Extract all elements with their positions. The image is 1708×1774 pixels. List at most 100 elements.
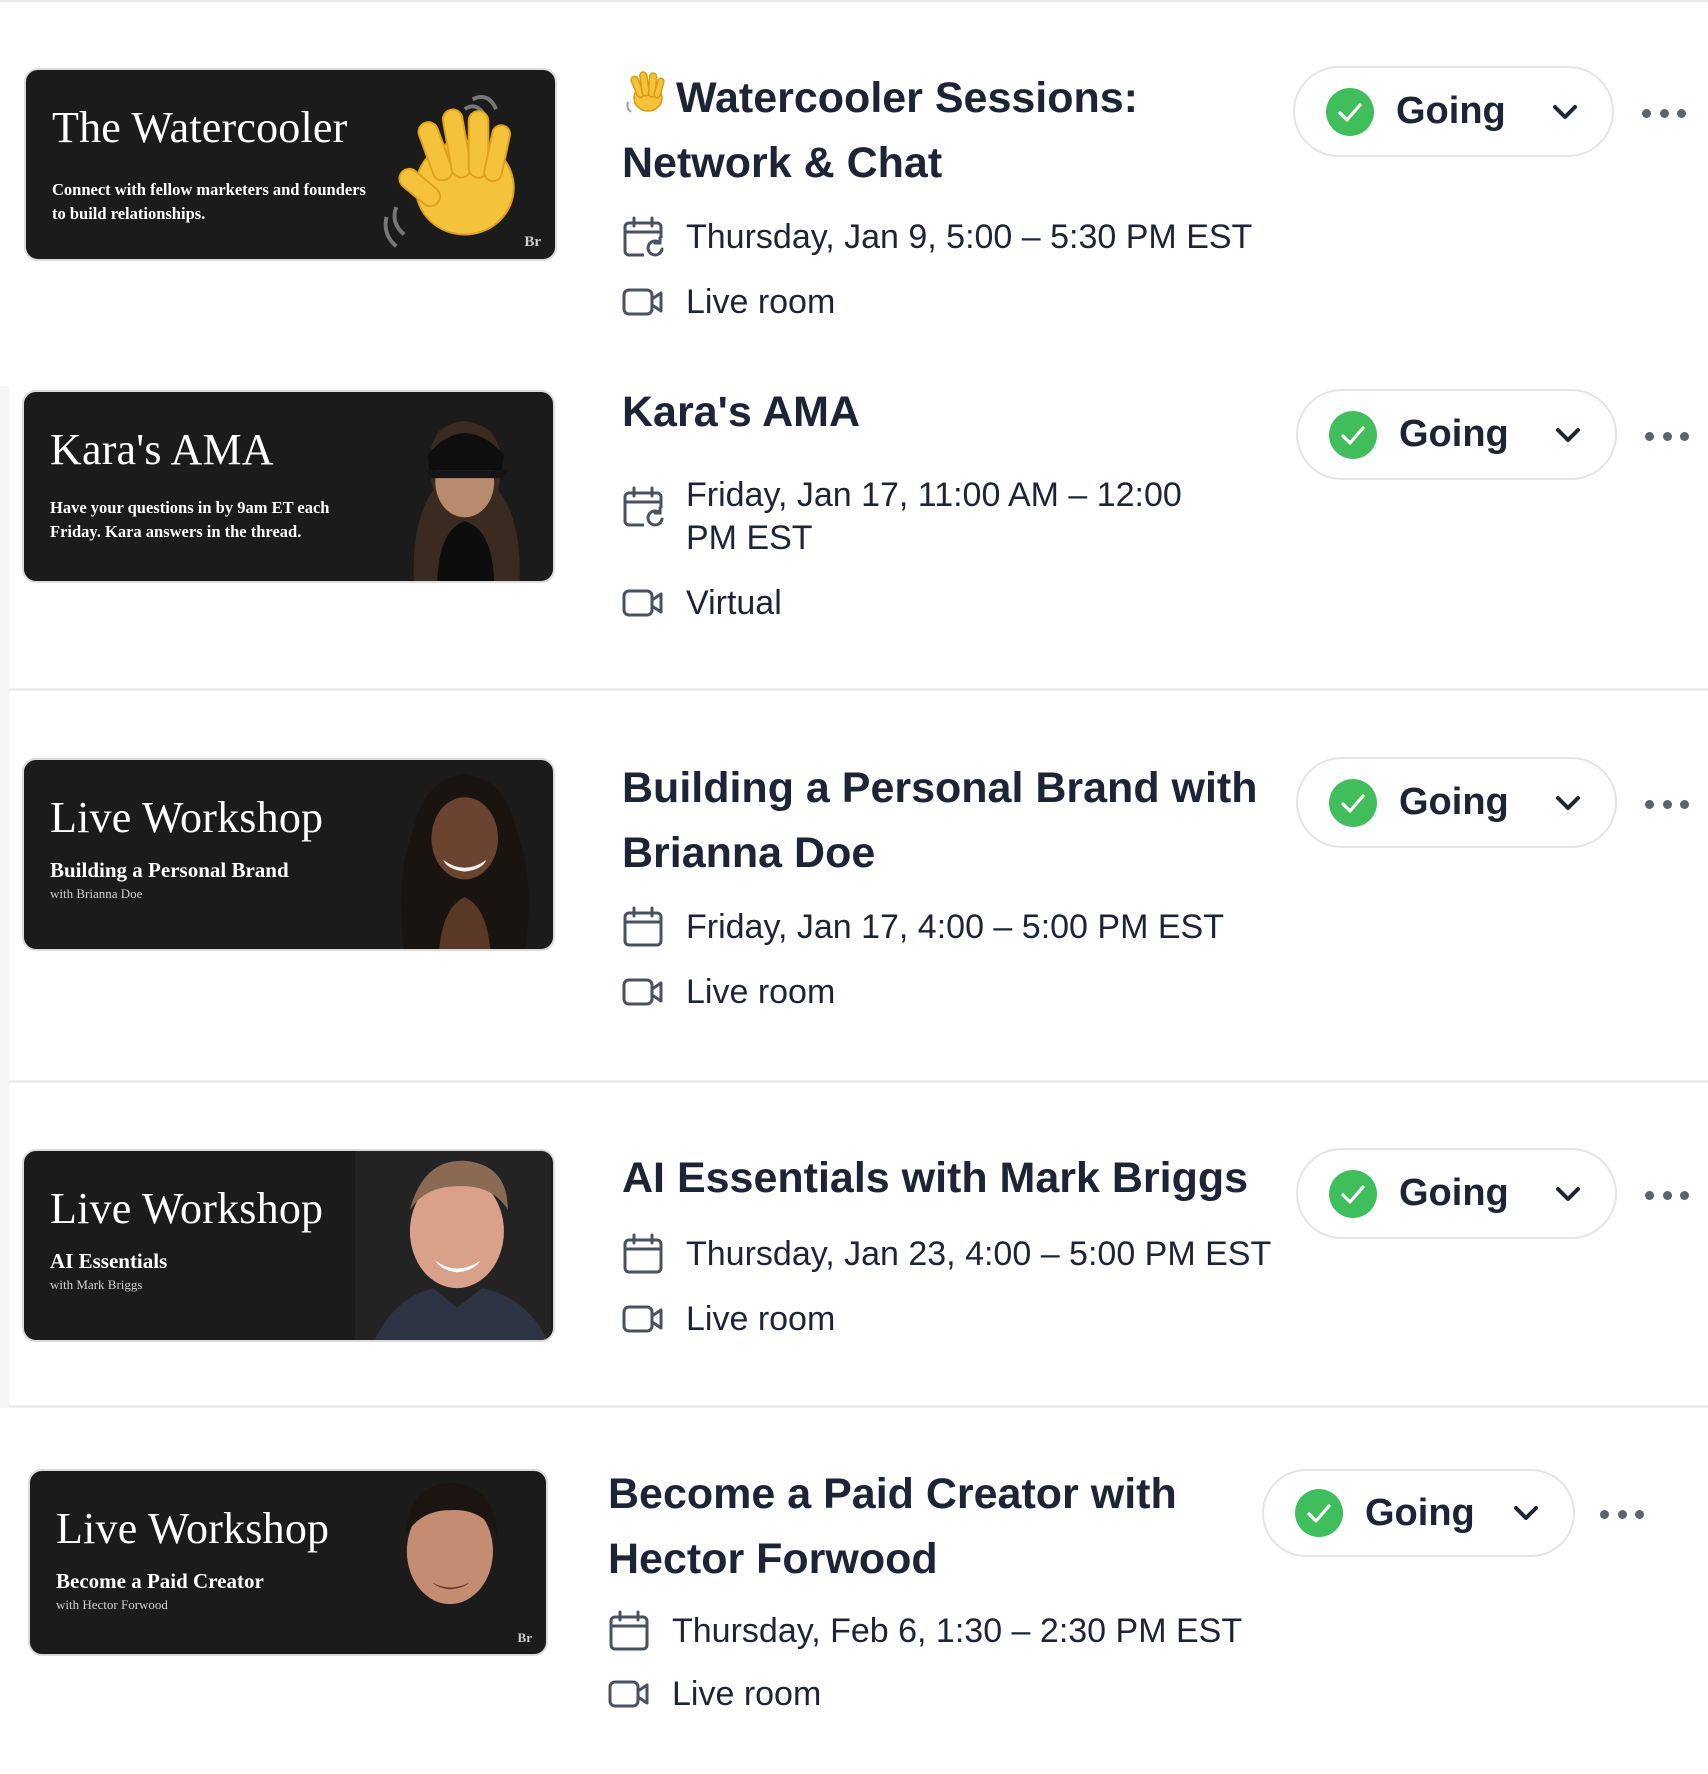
event-datetime-text: Friday, Jan 17, 11:00 AM – 12:00 PM EST <box>686 476 1182 557</box>
thumbnail-title: Live Workshop <box>56 1504 330 1553</box>
event-title-text: AI Essentials with Mark Briggs <box>622 1154 1249 1202</box>
rsvp-status: Going <box>1399 413 1509 455</box>
rsvp-dropdown[interactable]: Going <box>1296 757 1617 848</box>
more-options-button[interactable] <box>1645 429 1689 443</box>
waving-hand-icon <box>626 71 665 113</box>
thumbnail-host: with Brianna Doe <box>50 886 143 901</box>
calendar-icon <box>608 1610 650 1652</box>
more-dot <box>1680 1190 1689 1200</box>
event-thumbnail[interactable]: Live Workshop Become a Paid Creator with… <box>28 1469 548 1656</box>
more-dot <box>1617 1509 1627 1519</box>
host-photo <box>371 1482 535 1654</box>
event-location: Live room <box>622 971 835 1014</box>
rsvp-status: Going <box>1399 781 1509 823</box>
event-location: Live room <box>608 1673 821 1716</box>
event-location: Virtual <box>622 582 782 625</box>
event-title-text: Watercooler Sessions: Network & Chat <box>622 74 1138 187</box>
event-datetime-text: Thursday, Jan 9, 5:00 – 5:30 PM EST <box>686 218 1253 256</box>
chevron-down-icon <box>1552 419 1584 451</box>
more-dot <box>1600 1509 1609 1519</box>
event-location-text: Live room <box>686 283 836 321</box>
more-dot <box>1659 108 1669 118</box>
event-datetime: Thursday, Jan 9, 5:00 – 5:30 PM EST <box>622 216 1252 259</box>
thumbnail-title: The Watercooler <box>52 103 348 152</box>
rsvp-dropdown[interactable]: Going <box>1296 1148 1617 1239</box>
more-options-button[interactable] <box>1645 797 1689 811</box>
event-thumbnail[interactable]: Live Workshop AI Essentials with Mark Br… <box>22 1149 555 1342</box>
calendar-repeat-icon <box>622 486 664 528</box>
event-datetime: Friday, Jan 17, 11:00 AM – 12:00 PM EST <box>622 474 1226 560</box>
rsvp-status: Going <box>1396 90 1506 132</box>
video-camera-icon <box>622 582 664 624</box>
thumbnail-subtitle: Have your questions in by 9am ET each Fr… <box>50 498 330 541</box>
event-title[interactable]: Become a Paid Creator with Hector Forwoo… <box>608 1462 1228 1592</box>
rsvp-dropdown[interactable]: Going <box>1296 389 1617 480</box>
waving-hand-illustration <box>383 95 515 248</box>
more-dot <box>1645 431 1654 441</box>
chevron-down-icon <box>1552 787 1584 819</box>
event-location-text: Live room <box>686 1300 836 1338</box>
video-camera-icon <box>622 971 664 1013</box>
thumbnail-subtitle: Connect with fellow marketers and founde… <box>52 180 366 223</box>
more-dot <box>1677 108 1686 118</box>
brand-logo: Br <box>517 1630 532 1645</box>
more-options-button[interactable] <box>1642 106 1686 120</box>
more-dot <box>1662 799 1672 809</box>
thumbnail-host: with Hector Forwood <box>56 1597 168 1612</box>
event-datetime-text: Friday, Jan 17, 4:00 – 5:00 PM EST <box>686 908 1224 946</box>
more-options-button[interactable] <box>1600 1507 1644 1521</box>
event-card[interactable]: Live Workshop Become a Paid Creator with… <box>0 1460 1708 1760</box>
host-photo <box>355 1151 551 1340</box>
event-location: Live room <box>622 281 835 324</box>
video-camera-icon <box>622 281 664 323</box>
section-divider <box>9 1405 1708 1408</box>
thumbnail-subtitle: AI Essentials <box>50 1249 168 1273</box>
event-datetime: Thursday, Jan 23, 4:00 – 5:00 PM EST <box>622 1233 1271 1276</box>
more-dot <box>1642 108 1651 118</box>
more-dot <box>1680 799 1689 809</box>
event-card[interactable]: Live Workshop AI Essentials with Mark Br… <box>0 1140 1708 1400</box>
thumbnail-title: Live Workshop <box>50 1184 324 1233</box>
host-photo <box>400 773 529 949</box>
event-datetime-text: Thursday, Feb 6, 1:30 – 2:30 PM EST <box>672 1612 1243 1650</box>
event-title[interactable]: Building a Personal Brand with Brianna D… <box>622 756 1272 886</box>
chevron-down-icon <box>1510 1497 1542 1529</box>
event-title[interactable]: Watercooler Sessions: Network & Chat <box>622 66 1262 196</box>
thumbnail-subtitle: Building a Personal Brand <box>50 858 289 882</box>
event-location-text: Live room <box>672 1675 822 1713</box>
event-datetime-text: Thursday, Jan 23, 4:00 – 5:00 PM EST <box>686 1235 1272 1273</box>
check-circle-icon <box>1329 779 1377 827</box>
thumbnail-title: Live Workshop <box>50 793 324 842</box>
event-thumbnail[interactable]: Live Workshop Building a Personal Brand … <box>22 758 555 951</box>
calendar-icon <box>622 1233 664 1275</box>
video-camera-icon <box>608 1673 650 1715</box>
rsvp-dropdown[interactable]: Going <box>1262 1469 1575 1557</box>
rsvp-dropdown[interactable]: Going <box>1293 66 1614 157</box>
event-title[interactable]: AI Essentials with Mark Briggs <box>622 1146 1302 1211</box>
event-thumbnail[interactable]: Kara's AMA Have your questions in by 9am… <box>22 390 555 583</box>
more-dot <box>1662 1190 1672 1200</box>
event-datetime: Friday, Jan 17, 4:00 – 5:00 PM EST <box>622 906 1224 949</box>
event-card[interactable]: Kara's AMA Have your questions in by 9am… <box>0 380 1708 680</box>
section-divider <box>9 688 1708 691</box>
check-circle-icon <box>1326 88 1374 136</box>
event-thumbnail[interactable]: The Watercooler Connect with fellow mark… <box>24 68 557 261</box>
check-circle-icon <box>1329 411 1377 459</box>
event-datetime: Thursday, Feb 6, 1:30 – 2:30 PM EST <box>608 1610 1242 1653</box>
thumbnail-title: Kara's AMA <box>50 425 274 474</box>
video-camera-icon <box>622 1298 664 1340</box>
event-card[interactable]: The Watercooler Connect with fellow mark… <box>0 0 1708 360</box>
rsvp-status: Going <box>1399 1172 1509 1214</box>
event-location-text: Virtual <box>686 584 782 622</box>
more-options-button[interactable] <box>1645 1188 1689 1202</box>
more-dot <box>1680 431 1689 441</box>
event-location-text: Live room <box>686 973 836 1011</box>
host-photo <box>413 421 520 581</box>
more-dot <box>1662 431 1672 441</box>
thumbnail-subtitle: Become a Paid Creator <box>56 1569 264 1593</box>
more-dot <box>1635 1509 1644 1519</box>
event-card[interactable]: Live Workshop Building a Personal Brand … <box>0 750 1708 1050</box>
event-title[interactable]: Kara's AMA <box>622 380 1262 445</box>
thumbnail-host: with Mark Briggs <box>50 1277 143 1292</box>
check-circle-icon <box>1329 1170 1377 1218</box>
